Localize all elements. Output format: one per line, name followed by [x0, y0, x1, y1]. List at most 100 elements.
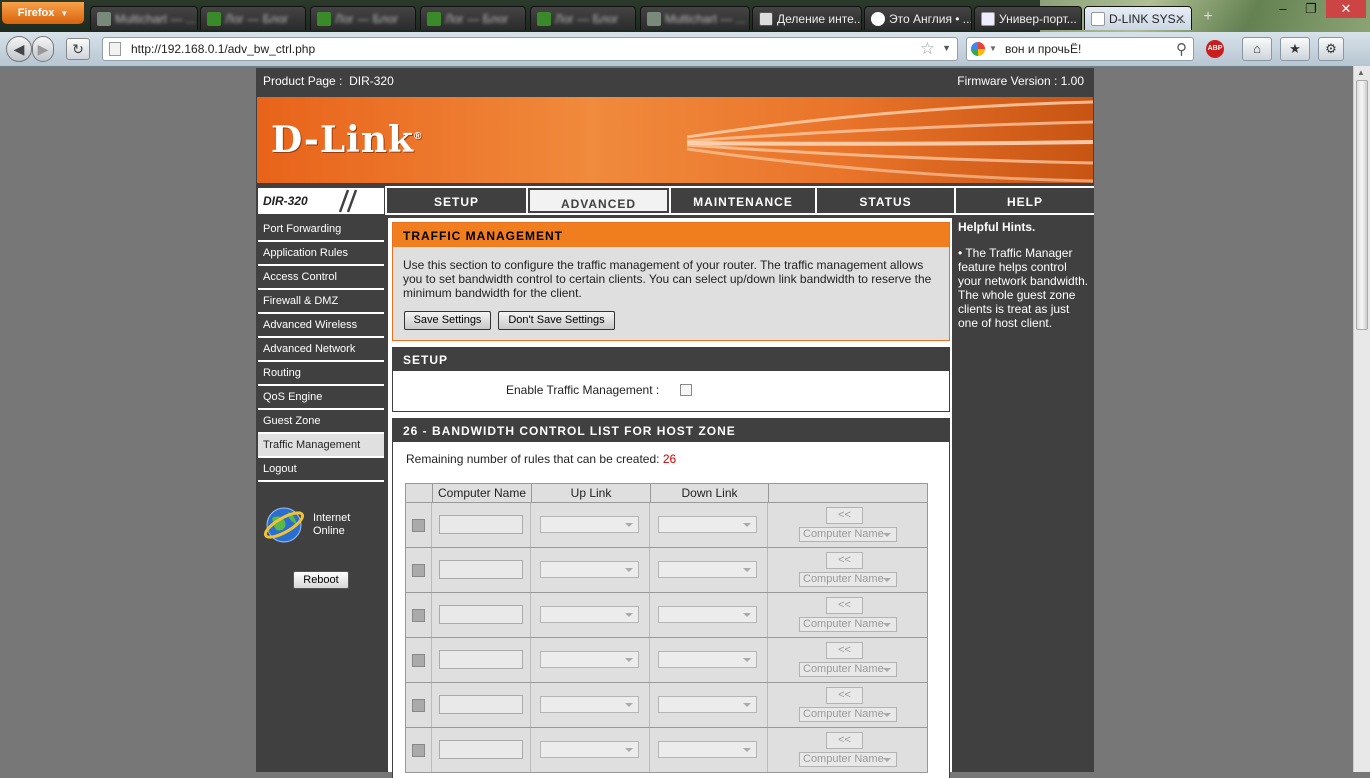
rule-enable-checkbox[interactable]: [412, 744, 425, 757]
copy-computer-name-button[interactable]: <<: [826, 507, 863, 524]
browser-tab-active[interactable]: D-LINK SYS... ✕: [1084, 6, 1192, 30]
rule-enable-checkbox[interactable]: [412, 519, 425, 532]
browser-tab[interactable]: Multichart — ...: [640, 6, 750, 30]
down-link-select[interactable]: [658, 606, 757, 623]
url-text[interactable]: http://192.168.0.1/adv_bw_ctrl.php: [131, 42, 315, 56]
sidebar-item-routing[interactable]: Routing: [258, 362, 384, 386]
adblock-icon[interactable]: ABP: [1206, 40, 1224, 58]
rule-enable-checkbox[interactable]: [412, 654, 425, 667]
computer-name-select[interactable]: Computer Name: [799, 617, 897, 632]
sidebar-item-advanced-wireless[interactable]: Advanced Wireless: [258, 314, 384, 338]
cell-divider: [431, 728, 432, 772]
sidebar-item-application-rules[interactable]: Application Rules: [258, 242, 384, 266]
computer-name-select[interactable]: Computer Name: [799, 707, 897, 722]
tab-title: Лог — Блог: [225, 11, 289, 26]
column-header: Down Link: [650, 484, 768, 502]
scrollbar-thumb[interactable]: [1356, 80, 1368, 330]
tab-advanced[interactable]: ADVANCED: [526, 186, 669, 215]
sidebar-item-guest-zone[interactable]: Guest Zone: [258, 410, 384, 434]
up-link-select[interactable]: [540, 561, 639, 578]
page-favicon-icon: [317, 11, 331, 26]
sidebar-item-traffic-management[interactable]: Traffic Management: [258, 434, 384, 458]
tab-help[interactable]: HELP: [954, 186, 1094, 215]
rule-enable-checkbox[interactable]: [412, 699, 425, 712]
computer-name-select[interactable]: Computer Name: [799, 572, 897, 587]
tab-maintenance[interactable]: MAINTENANCE: [669, 186, 815, 215]
down-link-select[interactable]: [658, 696, 757, 713]
reboot-button[interactable]: Reboot: [293, 571, 349, 589]
tab-status[interactable]: STATUS: [815, 186, 954, 215]
close-tab-icon[interactable]: ✕: [1175, 12, 1185, 26]
computer-name-input[interactable]: [439, 605, 523, 624]
maximize-icon[interactable]: ❐: [1298, 0, 1324, 18]
sidebar-item-firewall-dmz[interactable]: Firewall & DMZ: [258, 290, 384, 314]
up-link-select[interactable]: [540, 516, 639, 533]
computer-name-input[interactable]: [439, 560, 523, 579]
help-body: • The Traffic Manager feature helps cont…: [958, 246, 1089, 330]
down-link-select[interactable]: [658, 561, 757, 578]
scroll-up-icon[interactable]: ▲: [1357, 68, 1365, 77]
sidebar-item-qos-engine[interactable]: QoS Engine: [258, 386, 384, 410]
page-favicon-icon: [207, 11, 221, 26]
browser-tab[interactable]: Универ-порт...: [974, 6, 1082, 30]
bookmark-star-icon[interactable]: ☆: [920, 39, 935, 59]
sidebar-item-port-forwarding[interactable]: Port Forwarding: [258, 218, 384, 242]
close-window-icon[interactable]: ✕: [1326, 0, 1366, 18]
up-link-select[interactable]: [540, 651, 639, 668]
computer-name-input[interactable]: [439, 695, 523, 714]
browser-tab[interactable]: Multichart — ...: [90, 6, 198, 30]
down-link-select[interactable]: [658, 516, 757, 533]
browser-tab[interactable]: Лог — Блог: [420, 6, 526, 30]
computer-name-input[interactable]: [439, 740, 523, 759]
browser-tab[interactable]: Лог — Блог: [530, 6, 636, 30]
up-link-select[interactable]: [540, 741, 639, 758]
rule-enable-checkbox[interactable]: [412, 609, 425, 622]
tab-setup[interactable]: SETUP: [385, 186, 526, 215]
reload-icon[interactable]: ↻: [66, 38, 90, 60]
page-scrollbar[interactable]: ▲: [1353, 66, 1370, 772]
back-icon[interactable]: ◀: [6, 36, 32, 62]
copy-computer-name-button[interactable]: <<: [826, 597, 863, 614]
table-row: << Computer Name: [405, 638, 928, 683]
sidebar-item-access-control[interactable]: Access Control: [258, 266, 384, 290]
copy-computer-name-button[interactable]: <<: [826, 552, 863, 569]
chevron-down-icon[interactable]: ▼: [942, 43, 951, 53]
dont-save-settings-button[interactable]: Don't Save Settings: [498, 311, 615, 330]
cell-divider: [767, 683, 768, 727]
minimize-icon[interactable]: –: [1270, 0, 1296, 18]
up-link-select[interactable]: [540, 606, 639, 623]
up-link-select[interactable]: [540, 696, 639, 713]
computer-name-input[interactable]: [439, 515, 523, 534]
browser-tab[interactable]: Лог — Блог: [200, 6, 306, 30]
down-link-select[interactable]: [658, 651, 757, 668]
computer-name-select[interactable]: Computer Name: [799, 752, 897, 767]
forward-icon[interactable]: ▶: [32, 36, 54, 62]
bookmarks-icon[interactable]: ★: [1280, 37, 1310, 61]
copy-computer-name-button[interactable]: <<: [826, 642, 863, 659]
computer-name-select[interactable]: Computer Name: [799, 527, 897, 542]
computer-name-input[interactable]: [439, 650, 523, 669]
browser-tab[interactable]: Деление инте...: [752, 6, 862, 30]
browser-tab[interactable]: Это Англия • ...: [864, 6, 972, 30]
rule-enable-checkbox[interactable]: [412, 564, 425, 577]
computer-name-select[interactable]: Computer Name: [799, 662, 897, 677]
address-bar[interactable]: http://192.168.0.1/adv_bw_ctrl.php ☆ ▼: [102, 37, 958, 61]
enable-traffic-management-checkbox[interactable]: [680, 384, 692, 396]
search-input[interactable]: вон и прочьЁ!: [1005, 42, 1081, 56]
google-icon[interactable]: [971, 42, 985, 56]
copy-computer-name-button[interactable]: <<: [826, 687, 863, 704]
chevron-down-icon[interactable]: ▼: [989, 44, 997, 53]
sidebar-item-advanced-network[interactable]: Advanced Network: [258, 338, 384, 362]
search-icon[interactable]: ⚲: [1176, 40, 1187, 58]
save-settings-button[interactable]: Save Settings: [404, 311, 491, 330]
browser-tab[interactable]: Лог — Блог: [310, 6, 416, 30]
search-bar[interactable]: ▼ вон и прочьЁ! ⚲: [966, 37, 1194, 61]
internet-status-line2: Online: [313, 525, 345, 537]
tools-icon[interactable]: ⚙: [1318, 37, 1344, 61]
new-tab-button[interactable]: +: [1196, 8, 1220, 28]
home-icon[interactable]: ⌂: [1242, 37, 1272, 61]
down-link-select[interactable]: [658, 741, 757, 758]
sidebar-item-logout[interactable]: Logout: [258, 458, 384, 482]
copy-computer-name-button[interactable]: <<: [826, 732, 863, 749]
firefox-menu-button[interactable]: Firefox ▼: [2, 2, 84, 24]
